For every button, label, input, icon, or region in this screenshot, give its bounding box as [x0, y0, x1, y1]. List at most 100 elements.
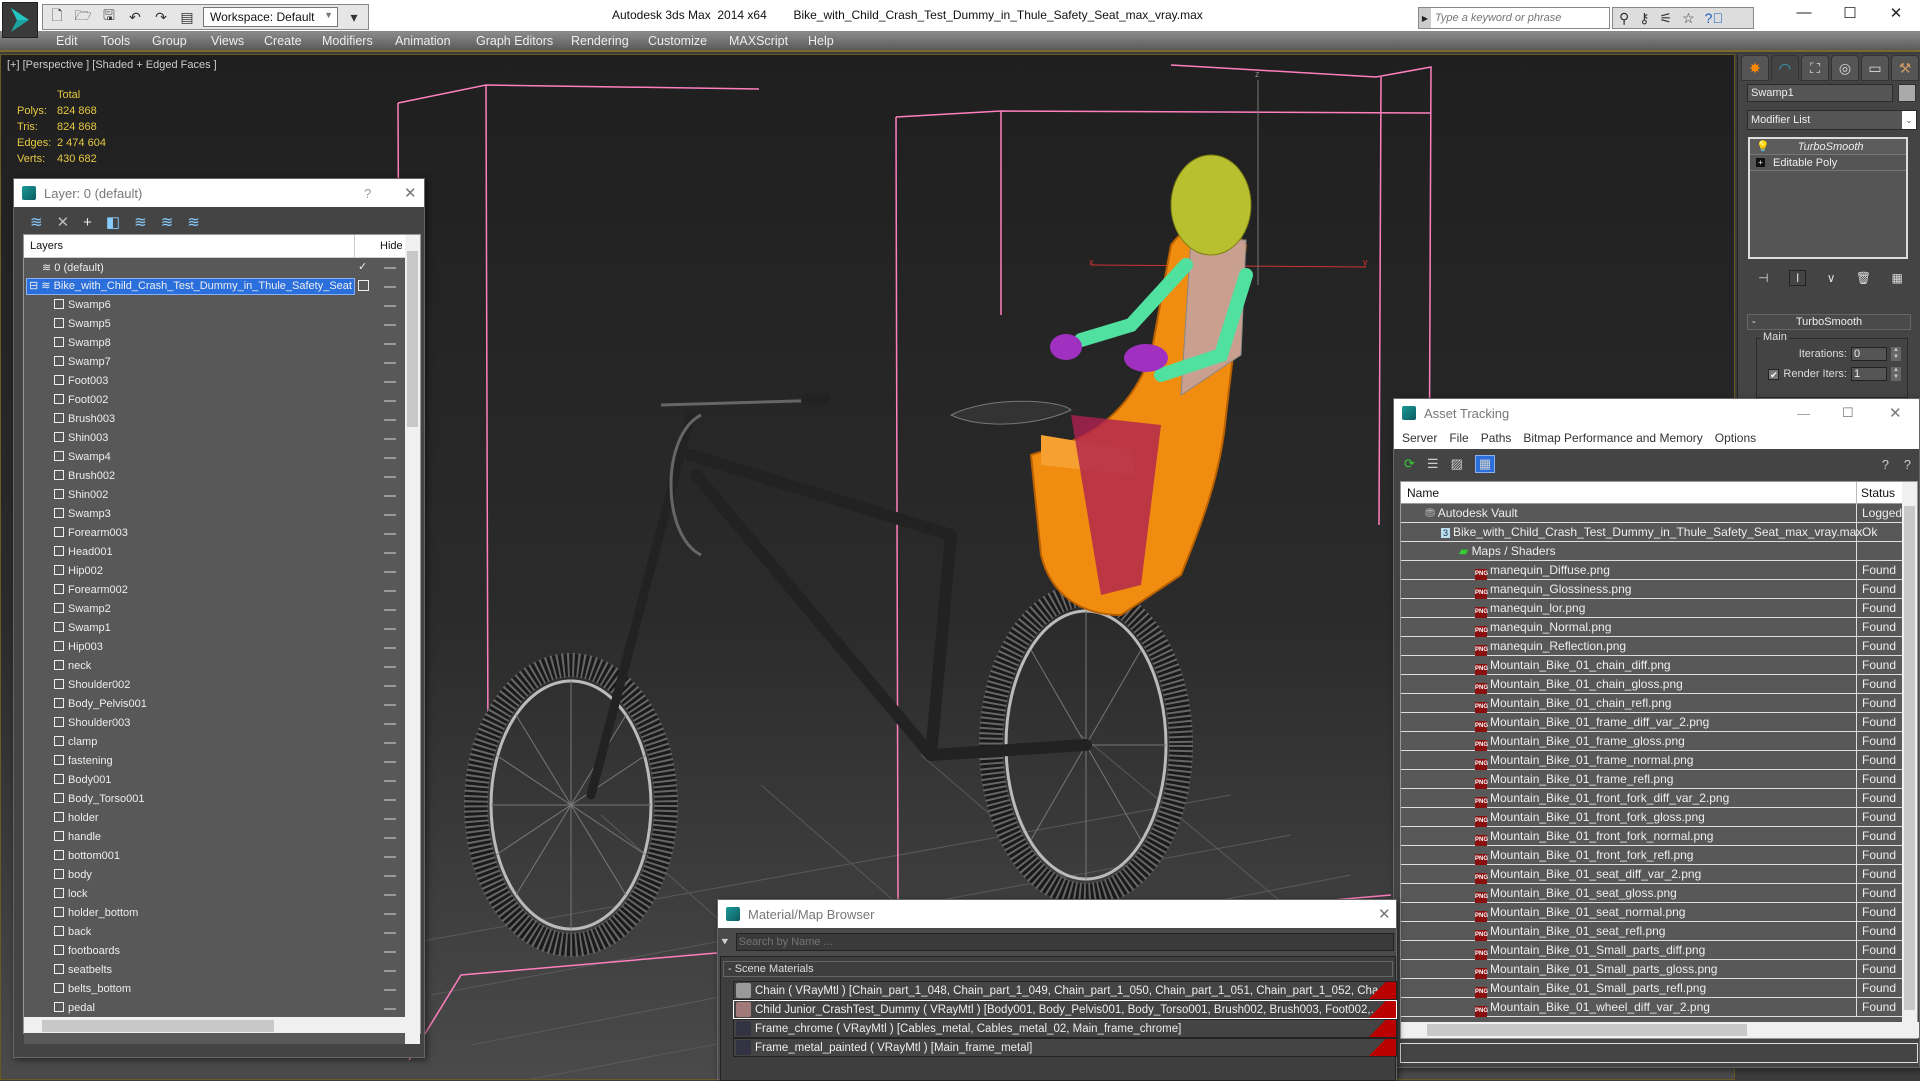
layer-object-row[interactable]: body	[24, 866, 406, 885]
layer-object-row[interactable]: Foot003	[24, 372, 406, 391]
add-to-layer-icon[interactable]: +	[83, 214, 92, 231]
layer-object-row[interactable]: Hip002	[24, 562, 406, 581]
tab-motion[interactable]: ◎	[1831, 55, 1859, 81]
layer-object-row[interactable]: Swamp1	[24, 619, 406, 638]
stack-item-turbosmooth[interactable]: 💡 TurboSmooth	[1750, 139, 1906, 155]
render-iters-input[interactable]: 1	[1851, 367, 1887, 381]
make-unique-icon[interactable]: ∨	[1827, 271, 1836, 285]
collapse-icon[interactable]: ⊟	[29, 280, 41, 292]
vault-help-icon[interactable]: ?	[1882, 457, 1889, 472]
material-row[interactable]: Child Junior_CrashTest_Dummy ( VRayMtl )…	[733, 1000, 1397, 1019]
layer-object-row[interactable]: Shoulder002	[24, 676, 406, 695]
asset-vertical-scrollbar[interactable]	[1902, 482, 1917, 1022]
asset-row[interactable]: PNG Mountain_Bike_01_Small_parts_gloss.pn…	[1401, 960, 1903, 979]
maximize-button[interactable]: ☐	[1830, 4, 1870, 26]
hide-toggle[interactable]	[384, 609, 396, 611]
menu-options[interactable]: Options	[1715, 431, 1756, 445]
menu-edit[interactable]: Edit	[56, 34, 78, 48]
hide-toggle[interactable]	[384, 533, 396, 535]
asset-row[interactable]: PNG Mountain_Bike_01_seat_refl.png Found	[1401, 922, 1903, 941]
hide-toggle[interactable]	[384, 267, 396, 269]
hide-toggle[interactable]	[384, 476, 396, 478]
asset-row[interactable]: PNG Mountain_Bike_01_chain_diff.png Found	[1401, 656, 1903, 675]
menu-maxscript[interactable]: MAXScript	[729, 34, 788, 48]
layer-object-row[interactable]: seatbelts	[24, 961, 406, 980]
scene-materials-group[interactable]: - Scene Materials	[723, 961, 1393, 977]
project-folder-icon[interactable]: ▤	[177, 7, 197, 27]
layer-object-row[interactable]: Swamp4	[24, 448, 406, 467]
help-button[interactable]: ?	[364, 186, 371, 201]
asset-row[interactable]: PNG Mountain_Bike_01_frame_diff_var_2.png…	[1401, 713, 1903, 732]
layer-object-row[interactable]: Swamp5	[24, 315, 406, 334]
asset-row[interactable]: PNG Mountain_Bike_01_frame_normal.png Foun…	[1401, 751, 1903, 770]
layer-object-row[interactable]: Swamp7	[24, 353, 406, 372]
layers-vertical-scrollbar[interactable]	[405, 235, 420, 1044]
list-view-icon[interactable]: ☰	[1427, 456, 1439, 472]
close-button[interactable]: ✕	[404, 184, 417, 202]
asset-row[interactable]: PNG manequin_Diffuse.png Found	[1401, 561, 1903, 580]
layer-object-row[interactable]: Swamp2	[24, 600, 406, 619]
asset-row[interactable]: PNG Mountain_Bike_01_chain_refl.png Found	[1401, 694, 1903, 713]
iterations-spinner[interactable]: ▲ ▼	[1891, 347, 1901, 361]
maximize-button[interactable]: ☐	[1842, 405, 1854, 421]
layer-object-row[interactable]: bottom001	[24, 847, 406, 866]
star-icon[interactable]: ☆	[1682, 10, 1695, 27]
toolbar-options-icon[interactable]: ▾	[344, 7, 364, 27]
asset-row[interactable]: PNG Mountain_Bike_01_front_fork_normal.pn…	[1401, 827, 1903, 846]
layer-object-row[interactable]: footboards	[24, 942, 406, 961]
minimize-button[interactable]: —	[1784, 4, 1824, 26]
menu-graph-editors[interactable]: Graph Editors	[476, 34, 553, 48]
asset-row[interactable]: PNG Mountain_Bike_01_seat_diff_var_2.png F…	[1401, 865, 1903, 884]
menu-tools[interactable]: Tools	[101, 34, 130, 48]
asset-row[interactable]: 3 Bike_with_Child_Crash_Test_Dummy_in_Thu…	[1401, 523, 1903, 542]
modifier-list-dropdown[interactable]: Modifier List ⌄	[1747, 110, 1917, 130]
configure-sets-icon[interactable]: ▦	[1891, 271, 1902, 285]
layer-object-row[interactable]: Head001	[24, 543, 406, 562]
menu-group[interactable]: Group	[152, 34, 187, 48]
hide-toggle[interactable]	[384, 362, 396, 364]
layer-object-row[interactable]: pedal	[24, 999, 406, 1018]
hide-toggle[interactable]	[384, 324, 396, 326]
hide-toggle[interactable]	[384, 286, 396, 288]
hide-toggle[interactable]	[384, 799, 396, 801]
layer-object-row[interactable]: Shin003	[24, 429, 406, 448]
expand-plus-icon[interactable]: +	[1756, 158, 1765, 167]
material-row[interactable]: Chain ( VRayMtl ) [Chain_part_1_048, Cha…	[733, 981, 1397, 1000]
layer-object-row[interactable]: Brush002	[24, 467, 406, 486]
layer-object-row[interactable]: Hip003	[24, 638, 406, 657]
render-iters-checkbox[interactable]: ✔	[1768, 368, 1780, 380]
hide-toggle[interactable]	[384, 856, 396, 858]
layer-object-row[interactable]: Body001	[24, 771, 406, 790]
asset-row[interactable]: PNG manequin_lor.png Found	[1401, 599, 1903, 618]
close-button[interactable]: ✕	[1378, 905, 1391, 923]
close-button[interactable]: ✕	[1889, 404, 1902, 422]
asset-horizontal-scrollbar[interactable]	[1401, 1022, 1919, 1038]
layer-object-row[interactable]: back	[24, 923, 406, 942]
column-layers[interactable]: Layers	[30, 240, 63, 252]
viewport-label[interactable]: [+] [Perspective ] [Shaded + Edged Faces…	[7, 59, 217, 71]
asset-row[interactable]: PNG Mountain_Bike_01_Small_parts_diff.png…	[1401, 941, 1903, 960]
material-row[interactable]: Frame_metal_painted ( VRayMtl ) [Main_fr…	[733, 1038, 1397, 1057]
menu-server[interactable]: Server	[1402, 431, 1437, 445]
asset-row[interactable]: ⛃ Autodesk Vault Logged	[1401, 504, 1903, 523]
tab-modify[interactable]: ◠	[1771, 55, 1799, 81]
layer-object-row[interactable]: Body_Pelvis001	[24, 695, 406, 714]
layer-object-row[interactable]: Swamp8	[24, 334, 406, 353]
hide-toggle[interactable]	[384, 590, 396, 592]
table-view-icon[interactable]: ▦	[1474, 455, 1496, 473]
help-icon[interactable]: ?⃝	[1705, 10, 1723, 26]
hide-toggle[interactable]	[384, 704, 396, 706]
layer-object-row[interactable]: fastening	[24, 752, 406, 771]
material-search-input[interactable]	[735, 933, 1394, 951]
object-name-field[interactable]: Swamp1	[1747, 84, 1893, 102]
hide-toggle[interactable]	[384, 514, 396, 516]
tab-create[interactable]: ✸	[1741, 55, 1769, 81]
object-color-swatch[interactable]	[1898, 84, 1916, 102]
hide-toggle[interactable]	[384, 894, 396, 896]
hide-toggle[interactable]	[384, 419, 396, 421]
expand-arrow-icon[interactable]: ▶	[1419, 8, 1431, 28]
layer-object-row[interactable]: Foot002	[24, 391, 406, 410]
refresh-icon[interactable]: ⟳	[1404, 456, 1415, 472]
column-name[interactable]: Name	[1407, 486, 1439, 500]
hide-toggle[interactable]	[384, 970, 396, 972]
